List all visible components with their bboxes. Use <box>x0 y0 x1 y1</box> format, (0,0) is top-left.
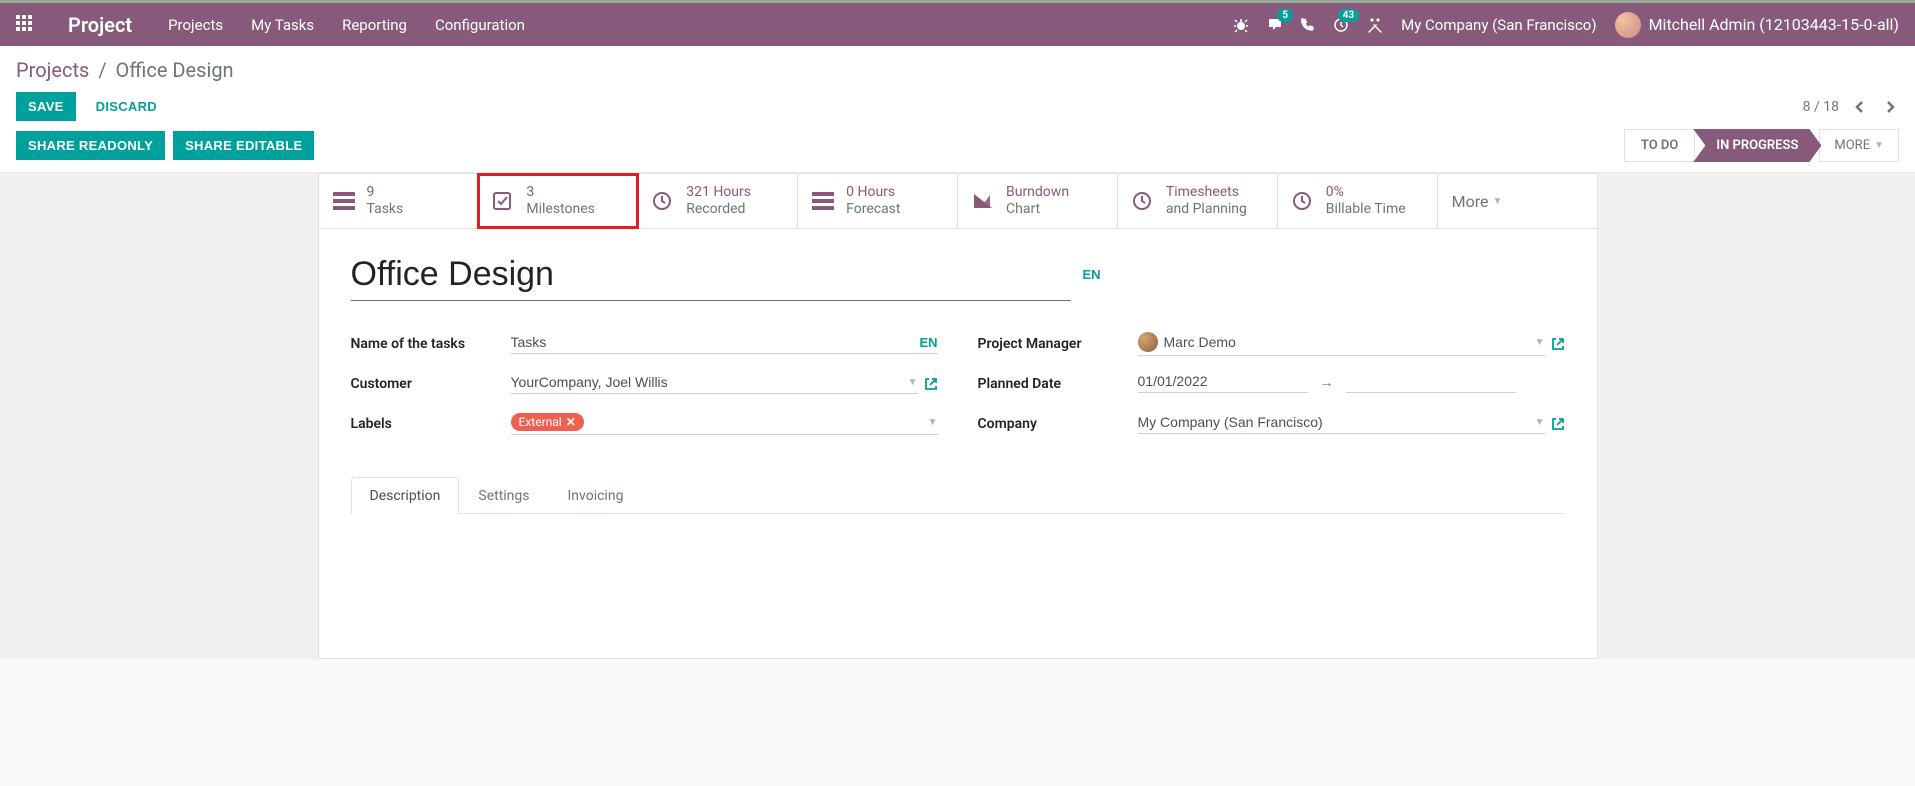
breadcrumb-current: Office Design <box>116 58 234 82</box>
label-planned: Planned Date <box>978 376 1138 392</box>
chevron-down-icon: ▼ <box>1535 337 1545 348</box>
messaging-badge: 5 <box>1277 9 1293 22</box>
tag-external[interactable]: External ✕ <box>511 413 584 431</box>
tasks-icon <box>333 192 357 210</box>
label-customer: Customer <box>351 376 511 392</box>
customer-input[interactable] <box>511 374 902 390</box>
chevron-down-icon: ▼ <box>1874 140 1884 151</box>
chevron-down-icon: ▼ <box>908 377 918 388</box>
clock-icon <box>652 191 676 211</box>
discard-button[interactable]: DISCARD <box>84 92 169 121</box>
stat-tasks[interactable]: 9 Tasks <box>319 174 479 228</box>
arrow-right-icon: → <box>1320 374 1334 391</box>
status-more[interactable]: MORE ▼ <box>1819 129 1899 162</box>
stat-hours-forecast[interactable]: 0 Hours Forecast <box>798 174 958 228</box>
stat-more[interactable]: More ▼ <box>1438 174 1597 228</box>
pager-prev-button[interactable] <box>1851 96 1869 118</box>
chevron-down-icon: ▼ <box>1492 196 1502 207</box>
main-navbar: Project Projects My Tasks Reporting Conf… <box>0 0 1915 46</box>
company-external-link-icon[interactable] <box>1551 417 1565 431</box>
status-bar: TO DO IN PROGRESS MORE ▼ <box>1624 129 1899 162</box>
activity-icon[interactable]: 43 <box>1333 17 1349 33</box>
planned-date-from-input[interactable] <box>1138 373 1308 393</box>
pm-avatar-icon <box>1138 332 1158 352</box>
clock-icon <box>1292 191 1316 211</box>
status-in-progress[interactable]: IN PROGRESS <box>1693 129 1821 162</box>
tab-content <box>351 514 1565 634</box>
company-switcher[interactable]: My Company (San Francisco) <box>1401 16 1596 34</box>
chart-area-icon <box>972 192 996 210</box>
messaging-icon[interactable]: 5 <box>1267 17 1283 33</box>
user-name: Mitchell Admin (12103443-15-0-all) <box>1649 15 1899 34</box>
stat-timesheets[interactable]: Timesheets and Planning <box>1118 174 1278 228</box>
task-name-input[interactable] <box>511 334 914 350</box>
share-readonly-button[interactable]: SHARE READONLY <box>16 131 165 160</box>
project-manager-input[interactable] <box>1164 334 1529 350</box>
tasks-icon <box>812 192 836 210</box>
stat-hours-recorded[interactable]: 321 Hours Recorded <box>638 174 798 228</box>
project-name-input[interactable] <box>351 253 1071 301</box>
form-tabs: Description Settings Invoicing <box>351 477 1565 514</box>
title-language-button[interactable]: EN <box>1083 253 1101 282</box>
label-company: Company <box>978 416 1138 432</box>
stat-billable[interactable]: 0% Billable Time <box>1278 174 1438 228</box>
apps-icon[interactable] <box>16 15 36 35</box>
chevron-down-icon: ▼ <box>1535 417 1545 428</box>
status-todo[interactable]: TO DO <box>1624 129 1695 162</box>
pm-external-link-icon[interactable] <box>1551 337 1565 351</box>
clock-icon <box>1132 191 1156 211</box>
pager-next-button[interactable] <box>1881 96 1899 118</box>
chevron-down-icon: ▼ <box>928 417 938 428</box>
user-menu[interactable]: Mitchell Admin (12103443-15-0-all) <box>1615 12 1899 38</box>
breadcrumb-root[interactable]: Projects <box>16 58 89 82</box>
pager-text: 8 / 18 <box>1803 99 1839 115</box>
remove-tag-icon[interactable]: ✕ <box>566 415 576 429</box>
tools-icon[interactable] <box>1367 17 1383 33</box>
label-pm: Project Manager <box>978 336 1138 352</box>
stat-milestones[interactable]: 3 Milestones <box>478 174 638 228</box>
label-labels: Labels <box>351 416 511 432</box>
check-square-icon <box>492 191 516 211</box>
form-sheet: 9 Tasks 3 Milestones 321 Hours <box>318 173 1598 659</box>
nav-reporting[interactable]: Reporting <box>342 16 407 34</box>
company-input[interactable] <box>1138 414 1529 430</box>
nav-my-tasks[interactable]: My Tasks <box>251 16 314 34</box>
nav-projects[interactable]: Projects <box>168 16 223 34</box>
task-name-language-button[interactable]: EN <box>919 335 937 350</box>
tab-invoicing[interactable]: Invoicing <box>549 477 643 514</box>
share-editable-button[interactable]: SHARE EDITABLE <box>173 131 314 160</box>
customer-external-link-icon[interactable] <box>924 377 938 391</box>
activity-badge: 43 <box>1338 9 1359 22</box>
user-avatar-icon <box>1615 12 1641 38</box>
labels-input[interactable]: External ✕ ▼ <box>511 413 938 435</box>
breadcrumb: Projects / Office Design <box>16 58 1899 82</box>
planned-date-to-input[interactable] <box>1346 373 1516 393</box>
tab-description[interactable]: Description <box>351 477 460 514</box>
phone-icon[interactable] <box>1301 18 1315 32</box>
bug-icon[interactable] <box>1233 17 1249 33</box>
label-task-name: Name of the tasks <box>351 336 511 352</box>
stat-burndown[interactable]: Burndown Chart <box>958 174 1118 228</box>
save-button[interactable]: SAVE <box>16 92 76 121</box>
app-brand[interactable]: Project <box>68 13 132 37</box>
nav-configuration[interactable]: Configuration <box>435 16 525 34</box>
tab-settings[interactable]: Settings <box>459 477 548 514</box>
